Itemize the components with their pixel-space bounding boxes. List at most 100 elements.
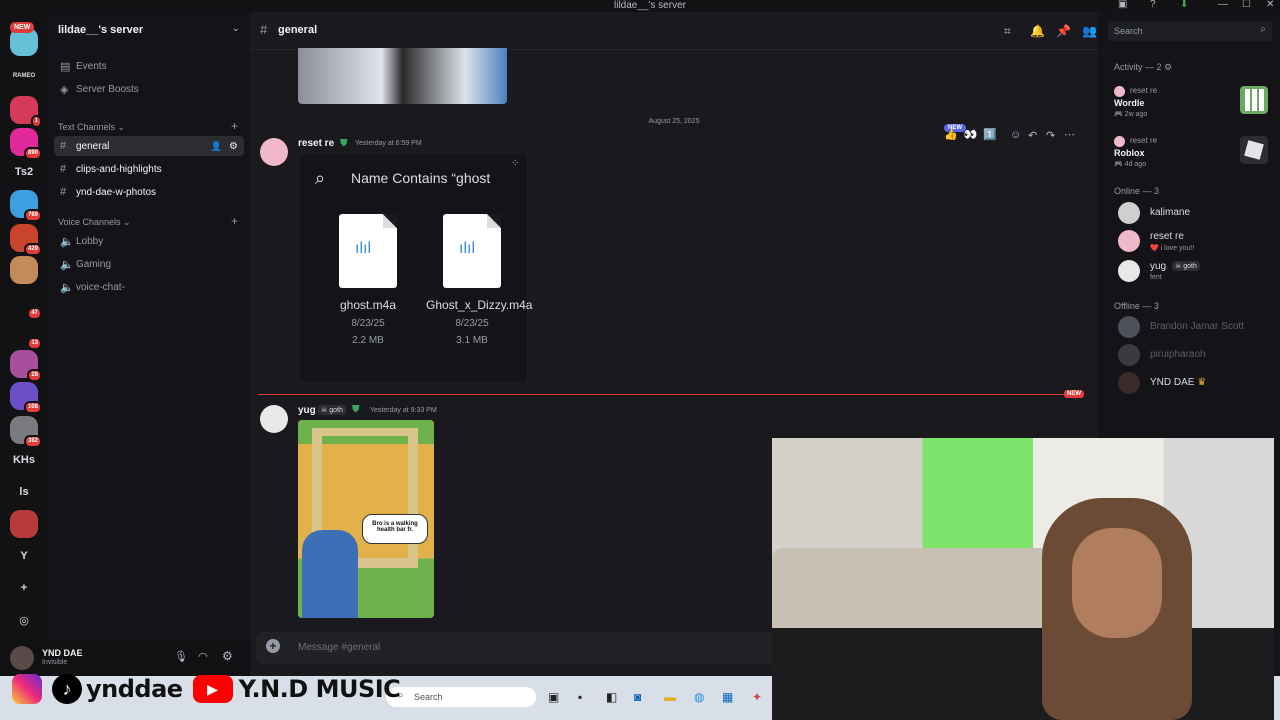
server-icon[interactable]: 1 [10,96,42,128]
message-author[interactable]: reset re [298,138,334,149]
invite-icon[interactable]: 👤 [211,141,222,152]
bell-icon[interactable]: 🔔 [1030,24,1045,38]
edge-icon[interactable]: ◍ [694,690,704,704]
add-reaction-icon[interactable]: ☺ [1010,129,1021,141]
folder-icon[interactable]: ▬ [664,690,676,704]
server-icon[interactable]: RAMEO [10,62,38,90]
store-icon[interactable]: ▦ [722,690,733,704]
add-attachment-icon[interactable]: + [266,639,280,653]
epic-games-icon[interactable]: ◧ [606,690,617,704]
outlook-icon[interactable]: ◙ [634,690,641,704]
minimize-button[interactable]: — [1218,0,1228,10]
terminal-icon[interactable]: ▪ [578,690,582,704]
member-item[interactable]: reset re ❤️ i love you!! [1118,230,1268,254]
audio-file-icon: ılıl [339,214,397,288]
member-item[interactable]: YND DAE ♛ [1118,372,1268,396]
avatar [1118,372,1140,394]
member-item[interactable]: kalimane [1118,202,1268,226]
activity-header: Activity — 2 ⚙ [1114,62,1173,72]
image-attachment[interactable]: Bro is a walking health bar fr. [298,420,434,618]
grid-icon[interactable]: ⁘ [511,158,519,169]
help-icon[interactable]: ? [1150,0,1156,10]
server-icon[interactable]: Ts2 [10,158,38,186]
copilot-icon[interactable]: ✦ [752,690,762,704]
audio-file-item[interactable]: ılıl ghost.m4a 8/23/25 2.2 MB [318,214,418,349]
settings-icon[interactable]: ⚙ [222,649,233,663]
server-icon[interactable]: 382 [10,416,42,448]
avatar[interactable] [260,138,288,166]
server-icon[interactable]: 28 [10,350,42,382]
sidebar-item-lobby[interactable]: 🔈 Lobby [54,231,244,251]
activity-card[interactable]: reset re Roblox 🎮 4d ago [1114,136,1270,176]
server-icon[interactable]: 769 [10,190,42,222]
message-input[interactable]: Message #general [298,642,380,653]
reply-icon[interactable]: ↶ [1028,129,1037,142]
forward-icon[interactable]: ↷ [1046,129,1055,142]
taskbar-search[interactable]: ⌕ Search [386,687,536,707]
previous-image-attachment[interactable] [298,48,507,104]
server-icon[interactable]: + [10,574,38,602]
server-icon[interactable]: 13 [10,318,42,350]
server-icon[interactable]: 890 [10,128,42,160]
member-item[interactable]: yug ☠ goth fent [1118,260,1268,284]
category-voice-channels[interactable]: Voice Channels ⌄ [58,217,131,228]
avatar[interactable] [10,646,34,670]
activity-time: 🎮 4d ago [1114,161,1147,168]
server-icon[interactable] [10,510,38,538]
sidebar-item-events[interactable]: ▤ Events [54,56,244,76]
hash-icon: # [60,186,67,198]
server-icon[interactable] [10,256,38,284]
member-name: YND DAE ♛ [1150,377,1207,388]
speaker-icon: 🔈 [60,235,74,248]
server-icon[interactable]: ls [10,478,38,506]
server-list: NEW RAMEO 1 890 Ts2 769 429 47 13 28 108 382 KHs ls Y… [0,12,48,640]
server-icon[interactable]: KHs [10,446,38,474]
activity-card[interactable]: reset re Wordle 🎮 2w ago [1114,86,1270,126]
message-author[interactable]: yug [298,405,316,416]
unread-badge: 769 [23,209,42,222]
new-messages-pill: NEW [1064,390,1084,398]
sidebar-item-voice-chat[interactable]: 🔈 voice-chat- [54,277,244,297]
date-divider: August 25, 2025 [648,118,700,125]
add-channel-icon[interactable]: + [231,119,238,133]
member-item[interactable]: Brandon Jamar Scott [1118,316,1268,340]
server-name[interactable]: lildae__'s server [58,24,143,36]
threads-icon[interactable]: ⌗ [1004,24,1011,39]
more-icon[interactable]: ⋯ [1064,128,1075,141]
avatar [1118,316,1140,338]
task-view-icon[interactable]: ▣ [548,690,559,704]
inbox-icon[interactable]: ▣ [1118,0,1127,10]
server-icon[interactable]: ◎ [10,606,38,634]
waveform-icon: ılıl [459,240,475,257]
member-item[interactable]: piruipharaoh [1118,344,1268,368]
new-messages-divider [258,394,1084,395]
search-input[interactable]: Search ⌕ [1108,21,1272,41]
download-icon[interactable]: ⬇ [1180,0,1188,10]
microphone-icon[interactable]: 🎙 [174,650,188,663]
close-button[interactable]: ✕ [1266,0,1274,10]
chevron-down-icon[interactable]: ⌄ [232,23,240,34]
audio-file-item[interactable]: ılıl Ghost_x_Dizzy.m4a 8/23/25 3.1 MB [422,214,532,349]
server-icon[interactable]: 429 [10,224,42,256]
sidebar-item-server-boosts[interactable]: ◈ Server Boosts [54,79,244,99]
gear-icon[interactable]: ⚙ [229,141,238,152]
server-icon[interactable]: 108 [10,382,42,414]
avatar [1118,202,1140,224]
avatar[interactable] [260,405,288,433]
headphones-icon[interactable]: ◠ [198,650,208,663]
server-icon[interactable]: 47 [10,288,42,320]
sidebar-item-general[interactable]: # general 👤 ⚙ [54,136,244,156]
sidebar-item-gaming[interactable]: 🔈 Gaming [54,254,244,274]
one-icon[interactable]: 1️⃣ [983,129,1003,141]
channel-name: general [278,24,318,36]
maximize-button[interactable]: ☐ [1242,0,1251,10]
eyes-icon[interactable]: 👀 [964,129,984,141]
sidebar-item-clips-and-highlights[interactable]: # clips-and-highlights [54,159,244,179]
add-voice-channel-icon[interactable]: + [231,214,238,228]
thumbs-up-icon[interactable]: 👍 [944,129,964,141]
members-icon[interactable]: 👥 [1082,24,1097,38]
pin-icon[interactable]: 📌 [1056,24,1071,38]
sidebar-item-ynd-dae-w-photos[interactable]: # ynd-dae-w-photos [54,182,244,202]
server-icon[interactable]: Y [10,542,38,570]
category-text-channels[interactable]: Text Channels ⌄ [58,122,125,133]
